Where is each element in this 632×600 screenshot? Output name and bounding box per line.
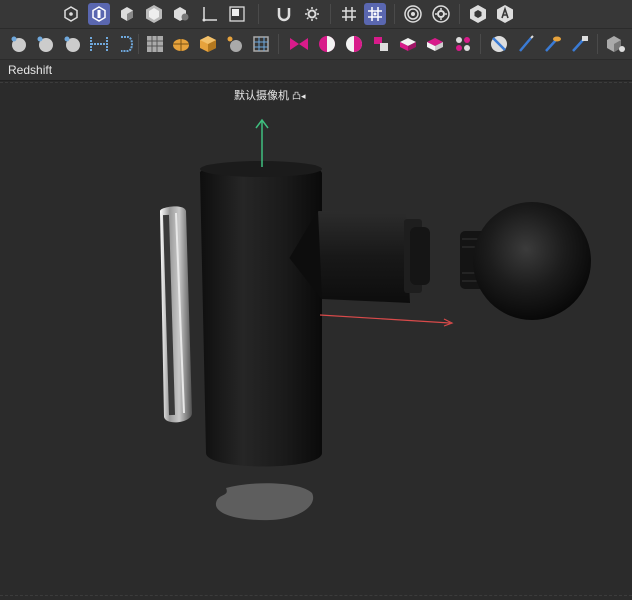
half-sphere-pink-icon[interactable] xyxy=(316,33,338,55)
cone-tool-icon[interactable] xyxy=(34,33,56,55)
face-select-icon[interactable] xyxy=(88,3,110,25)
toolbar-divider xyxy=(459,4,460,24)
modeling-toolbar xyxy=(0,29,632,59)
box-tool-icon[interactable] xyxy=(197,33,219,55)
toolbar-divider xyxy=(394,4,395,24)
toolbar-divider xyxy=(330,4,331,24)
3d-viewport[interactable]: 默认摄像机 凸◂ xyxy=(0,82,632,600)
scene-render[interactable] xyxy=(0,83,632,600)
shelf-tab-redshift[interactable]: Redshift xyxy=(8,63,52,77)
bracket-tool-icon[interactable] xyxy=(114,33,136,55)
brush-tool-icon[interactable] xyxy=(569,33,591,55)
gear-ring-icon[interactable] xyxy=(430,3,452,25)
ball-head-mesh[interactable] xyxy=(460,202,591,320)
grid-snap-active-icon[interactable] xyxy=(364,3,386,25)
multi-select-icon[interactable] xyxy=(143,3,165,25)
object-select-icon[interactable] xyxy=(116,3,138,25)
pen-tool-icon[interactable] xyxy=(515,33,537,55)
dots-pink-icon[interactable] xyxy=(452,33,474,55)
axis-orient-icon[interactable] xyxy=(199,3,221,25)
main-toolbar xyxy=(0,0,632,28)
side-plate-mesh[interactable] xyxy=(160,206,192,423)
toolbar-divider xyxy=(480,34,481,54)
snap-settings-icon[interactable] xyxy=(301,3,323,25)
lattice-tool-icon[interactable] xyxy=(250,33,272,55)
vertex-select-icon[interactable] xyxy=(60,3,82,25)
cluster-tool-icon[interactable] xyxy=(370,33,392,55)
snap-box-icon[interactable] xyxy=(226,3,248,25)
bridge-tool-icon[interactable] xyxy=(88,33,110,55)
body-mesh[interactable] xyxy=(200,161,322,467)
toolbar-divider xyxy=(278,34,279,54)
soft-select-icon[interactable] xyxy=(170,3,192,25)
torus-tool-icon[interactable] xyxy=(61,33,83,55)
bowtie-tool-icon[interactable] xyxy=(288,33,310,55)
cube-settings-icon[interactable] xyxy=(605,33,627,55)
viewport-bottom-divider xyxy=(0,595,632,596)
box-pink-icon[interactable] xyxy=(397,33,419,55)
hex-icon[interactable] xyxy=(467,3,489,25)
smooth-tool-icon[interactable] xyxy=(224,33,246,55)
grid-snap-icon[interactable] xyxy=(338,3,360,25)
sphere-tool-icon[interactable] xyxy=(8,33,30,55)
box-split-icon[interactable] xyxy=(424,33,446,55)
wedge-tool-icon[interactable] xyxy=(170,33,192,55)
toolbar-divider xyxy=(597,34,598,54)
eyedropper-tool-icon[interactable] xyxy=(542,33,564,55)
letter-a-icon[interactable] xyxy=(494,3,516,25)
target-ring-icon[interactable] xyxy=(402,3,424,25)
half-sphere-split-icon[interactable] xyxy=(343,33,365,55)
magnet-snap-icon[interactable] xyxy=(273,3,295,25)
grid-tool-icon[interactable] xyxy=(144,33,166,55)
slice-tool-icon[interactable] xyxy=(488,33,510,55)
toolbar-divider xyxy=(138,34,139,54)
toolbar-divider xyxy=(258,4,259,24)
gizmo-x-axis[interactable] xyxy=(319,314,451,324)
shelf-tab-bar: Redshift xyxy=(0,60,632,81)
ground-shadow xyxy=(215,483,314,521)
